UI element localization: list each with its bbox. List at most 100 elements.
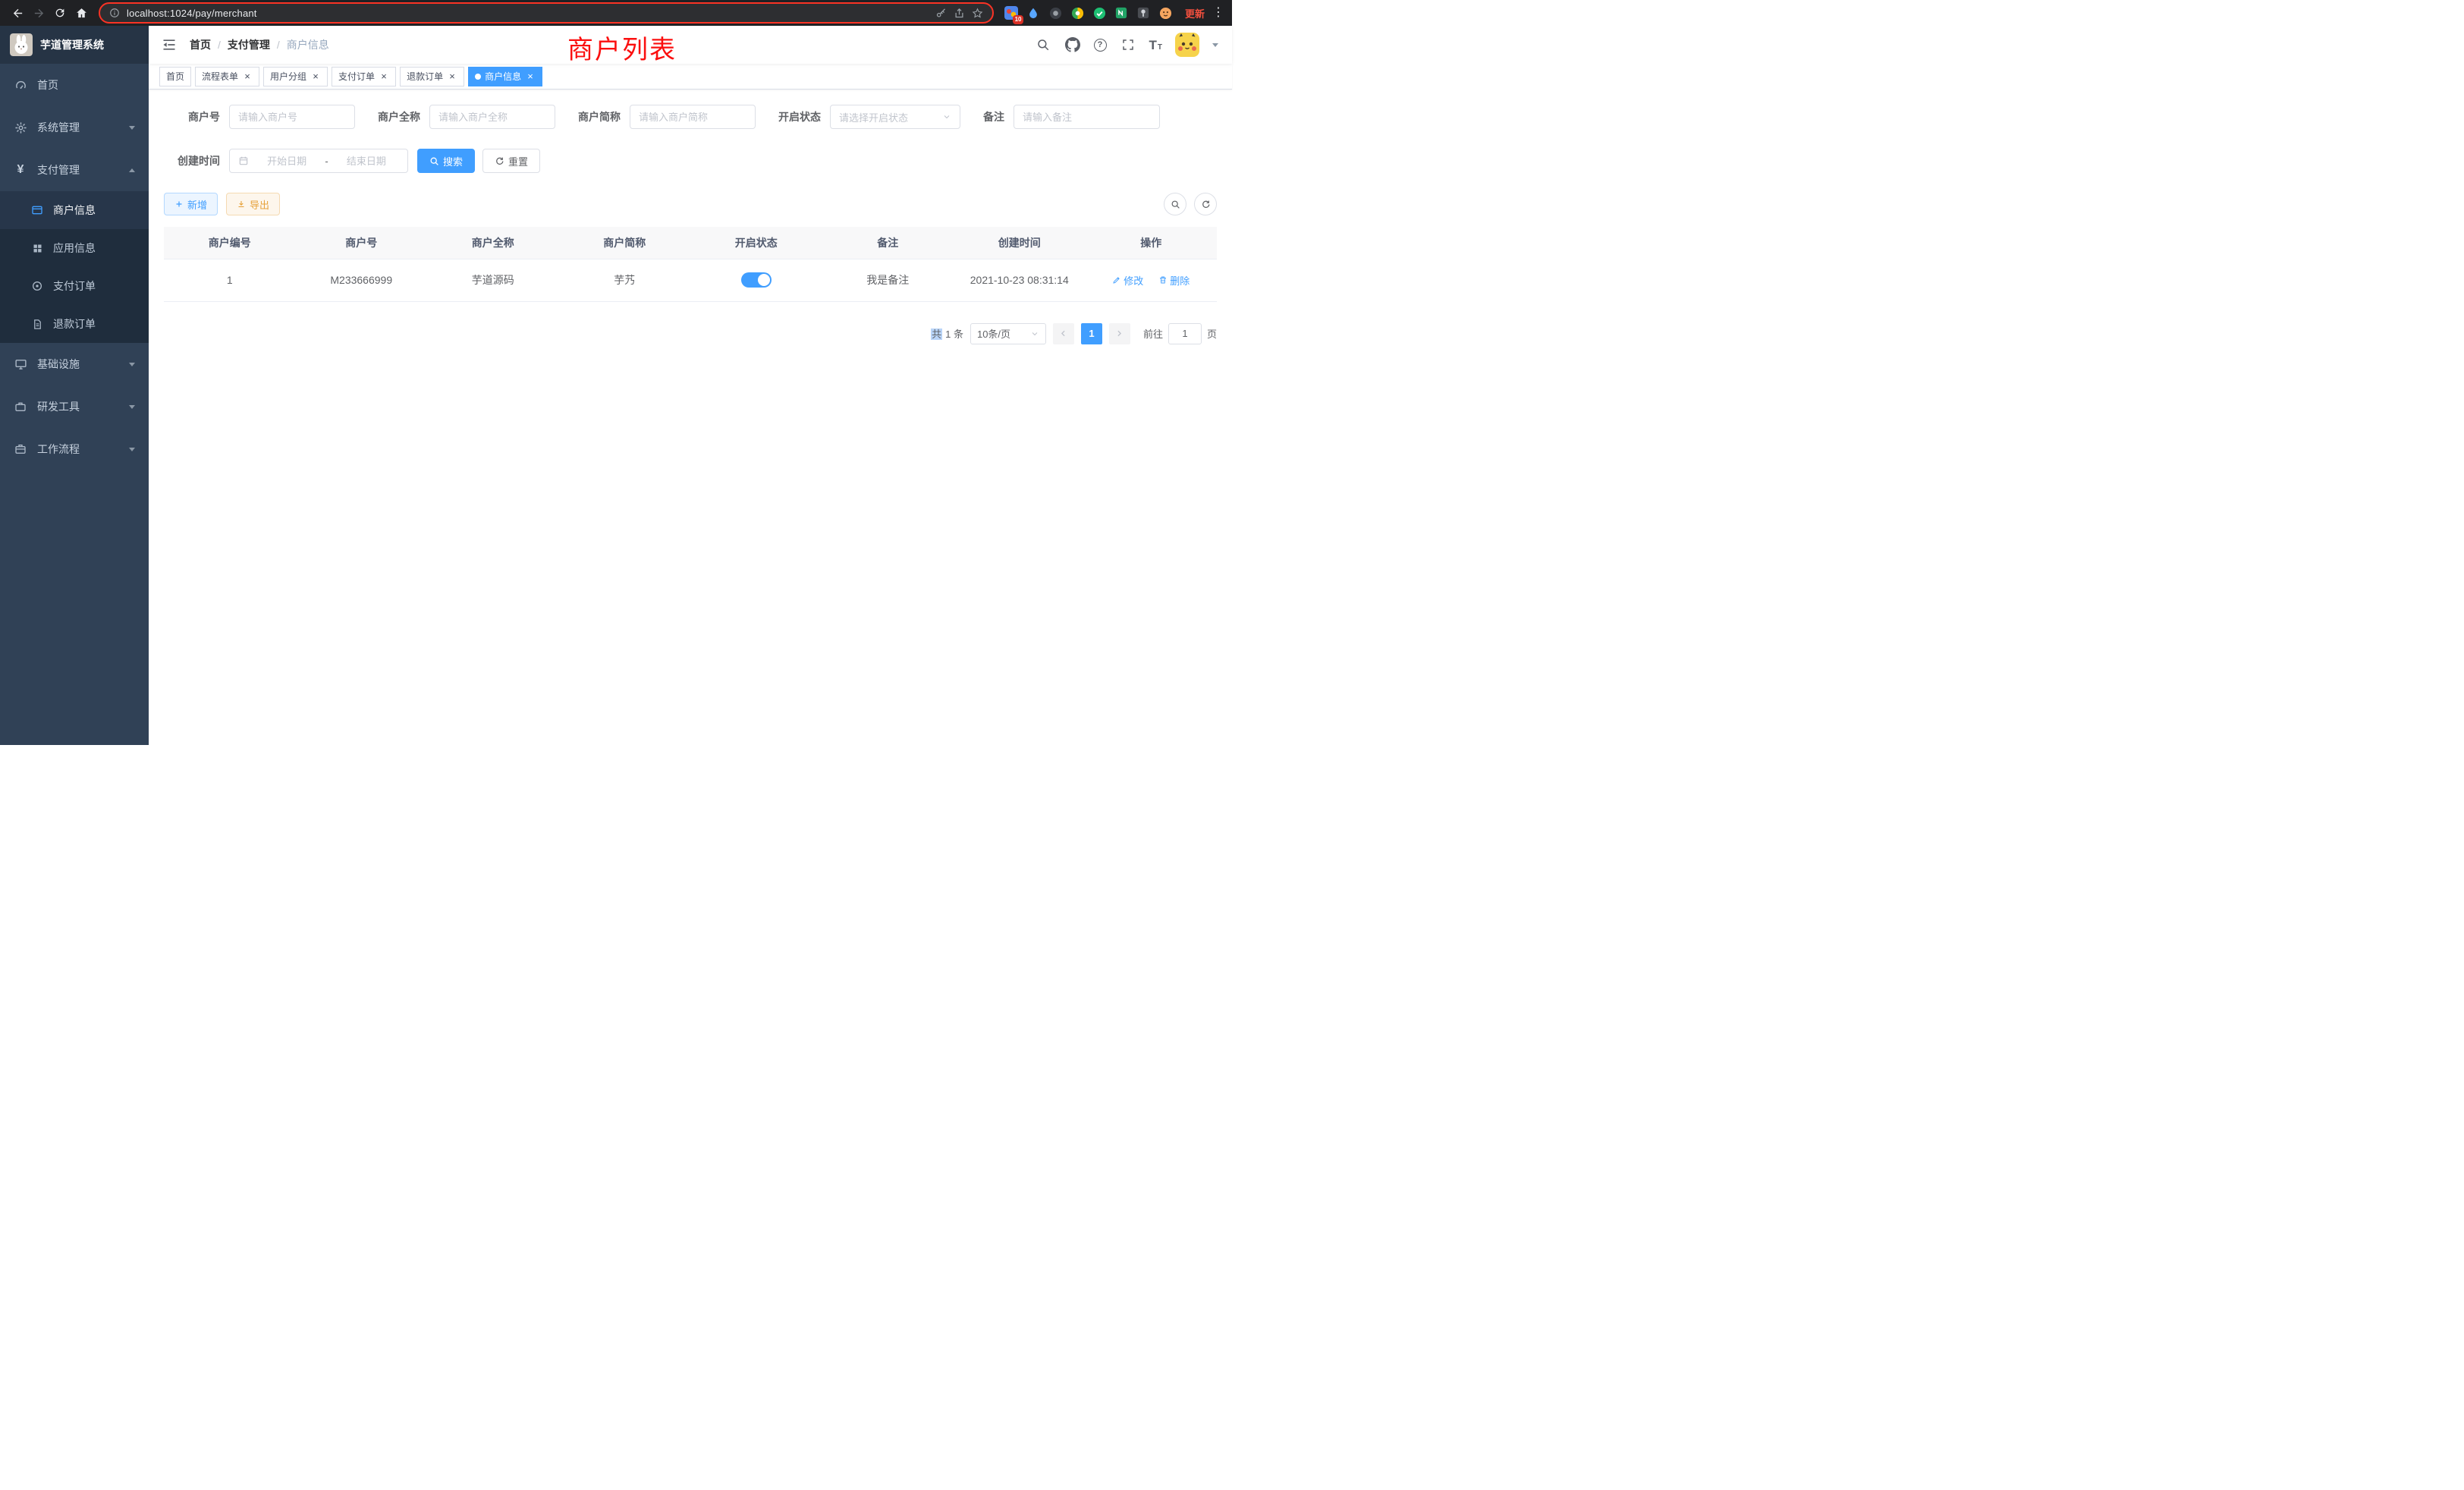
sidebar-item-home[interactable]: 首页 (0, 64, 149, 106)
breadcrumb-separator: / (277, 39, 280, 51)
start-date-input[interactable] (254, 156, 319, 167)
pin-extension-icon[interactable] (1134, 4, 1153, 23)
filter-merchant-name: 商户全称 (378, 105, 555, 129)
remark-label: 备注 (983, 109, 1004, 124)
breadcrumb-home[interactable]: 首页 (190, 37, 211, 52)
refresh-table-button[interactable] (1194, 193, 1217, 215)
sidebar-item-merchant-info[interactable]: 商户信息 (0, 191, 149, 229)
extensions-puzzle-icon[interactable]: 10 (1002, 4, 1021, 23)
screen: localhost:1024/pay/merchant 10 (0, 0, 1232, 745)
cell-merchant-name: 芋道源码 (427, 259, 559, 301)
tab-user-group[interactable]: 用户分组 × (263, 67, 328, 86)
browser-back-button[interactable] (8, 3, 27, 23)
drop-extension-icon[interactable] (1024, 4, 1043, 23)
dark-circle-extension-icon[interactable] (1046, 4, 1065, 23)
sidebar-item-infrastructure[interactable]: 基础设施 (0, 343, 149, 385)
search-button[interactable]: 搜索 (417, 149, 475, 173)
tab-refund-orders[interactable]: 退款订单 × (400, 67, 464, 86)
page-number-button[interactable]: 1 (1081, 323, 1102, 344)
tab-merchant-info[interactable]: 商户信息 × (468, 67, 542, 86)
url-text: localhost:1024/pay/merchant (127, 8, 929, 19)
remark-input[interactable] (1023, 112, 1151, 123)
chevron-up-icon (129, 168, 135, 172)
sidebar-item-workflow[interactable]: 工作流程 (0, 428, 149, 470)
hamburger-icon[interactable] (155, 30, 184, 59)
font-size-icon[interactable]: TT (1149, 39, 1163, 52)
avatar[interactable] (1175, 33, 1199, 57)
prev-page-button[interactable] (1053, 323, 1074, 344)
help-icon[interactable]: ? (1094, 39, 1107, 52)
toggle-search-button[interactable] (1164, 193, 1186, 215)
close-icon[interactable]: × (242, 71, 253, 82)
goto-page-input[interactable] (1168, 323, 1202, 344)
browser-menu-icon[interactable]: ⋮ (1212, 7, 1224, 19)
dashboard-icon (14, 78, 27, 92)
app-logo[interactable]: 芋道管理系统 (0, 26, 149, 64)
tab-payment-orders[interactable]: 支付订单 × (332, 67, 396, 86)
share-icon[interactable] (954, 8, 965, 19)
pagination: 共1 条 10条/页 1 (164, 323, 1217, 344)
bookmark-star-icon[interactable] (972, 8, 983, 19)
sidebar-item-payment[interactable]: ¥ 支付管理 (0, 149, 149, 191)
main-area: 首页 / 支付管理 / 商户信息 ? (149, 26, 1232, 745)
merchant-short-label: 商户简称 (578, 109, 621, 124)
col-merchant-no: 商户号 (296, 227, 428, 259)
close-icon[interactable]: × (310, 71, 321, 82)
sidebar-item-app-info[interactable]: 应用信息 (0, 229, 149, 267)
password-key-icon[interactable] (935, 8, 947, 19)
browser-refresh-button[interactable] (50, 3, 70, 23)
export-button[interactable]: 导出 (226, 193, 280, 215)
breadcrumb-payment[interactable]: 支付管理 (228, 37, 270, 52)
dropdown-caret-icon[interactable] (1212, 43, 1218, 47)
page-size-select[interactable]: 10条/页 (970, 323, 1046, 344)
status-toggle[interactable] (741, 272, 772, 288)
profile-extension-icon[interactable] (1068, 4, 1087, 23)
cell-merchant-no: M233666999 (296, 259, 428, 301)
browser-forward-button[interactable] (29, 3, 49, 23)
browser-home-button[interactable] (71, 3, 91, 23)
next-page-button[interactable] (1109, 323, 1130, 344)
green-square-extension-icon[interactable] (1112, 4, 1131, 23)
plus-icon (174, 200, 184, 209)
site-info-icon[interactable] (109, 8, 120, 18)
cell-merchant-short: 芋艿 (559, 259, 691, 301)
reset-button[interactable]: 重置 (482, 149, 540, 173)
filter-row-1: 商户号 商户全称 商户简称 开启状态 请选择开启状态 (164, 105, 1217, 129)
toolbox-icon (14, 400, 27, 413)
back-arrow-icon (11, 7, 24, 20)
close-icon[interactable]: × (447, 71, 457, 82)
date-range-picker[interactable]: - (229, 149, 408, 173)
sidebar-item-system[interactable]: 系统管理 (0, 106, 149, 149)
emoji-extension-icon[interactable] (1156, 4, 1175, 23)
fullscreen-icon[interactable] (1120, 36, 1136, 53)
monitor-icon (14, 357, 27, 371)
add-button[interactable]: 新增 (164, 193, 218, 215)
sidebar-item-payment-orders[interactable]: 支付订单 (0, 267, 149, 305)
edit-link[interactable]: 修改 (1112, 273, 1143, 288)
close-icon[interactable]: × (525, 71, 536, 82)
status-select[interactable]: 请选择开启状态 (830, 105, 960, 129)
tab-process-form[interactable]: 流程表单 × (195, 67, 259, 86)
trash-icon (1158, 275, 1168, 284)
end-date-input[interactable] (334, 156, 399, 167)
url-bar[interactable]: localhost:1024/pay/merchant (99, 2, 994, 24)
filter-merchant-no: 商户号 (164, 105, 355, 129)
sidebar-item-label: 支付订单 (53, 278, 135, 294)
merchant-no-input[interactable] (238, 112, 346, 123)
close-icon[interactable]: × (379, 71, 389, 82)
tab-home[interactable]: 首页 (159, 67, 191, 86)
sidebar-item-dev-tools[interactable]: 研发工具 (0, 385, 149, 428)
delete-link[interactable]: 删除 (1158, 273, 1190, 288)
circle-dot-icon (30, 279, 44, 293)
search-icon[interactable] (1035, 36, 1051, 53)
sidebar-menu: 首页 系统管理 ¥ 支付管理 (0, 64, 149, 745)
check-extension-icon[interactable] (1090, 4, 1109, 23)
sidebar-item-refund-orders[interactable]: 退款订单 (0, 305, 149, 343)
merchant-name-input[interactable] (438, 112, 546, 123)
chevron-down-icon (129, 405, 135, 409)
date-separator: - (325, 156, 328, 167)
github-icon[interactable] (1064, 36, 1081, 53)
merchant-short-input[interactable] (639, 112, 746, 123)
browser-update-button[interactable]: 更新 (1185, 6, 1205, 20)
app-title: 芋道管理系统 (40, 37, 104, 52)
